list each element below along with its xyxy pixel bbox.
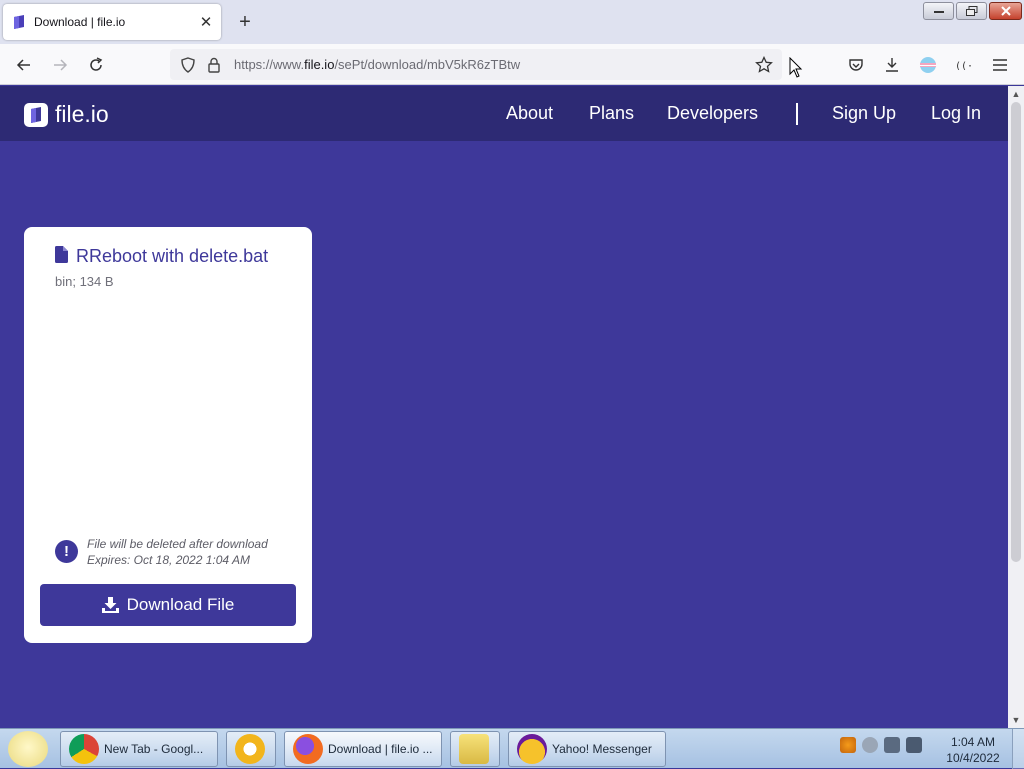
tab-title: Download | file.io bbox=[34, 15, 126, 29]
reload-button[interactable] bbox=[83, 52, 109, 78]
url-domain: file.io bbox=[304, 57, 335, 72]
window-controls bbox=[923, 2, 1022, 20]
taskbar-item-messenger-people[interactable] bbox=[450, 731, 500, 767]
show-desktop-button[interactable] bbox=[1012, 729, 1024, 769]
windows-taskbar: New Tab - Googl... Download | file.io ..… bbox=[0, 728, 1024, 769]
nav-about-link[interactable]: About bbox=[506, 103, 553, 124]
taskbar-item-firefox[interactable]: Download | file.io ... bbox=[284, 731, 442, 767]
svg-text:((·)): ((·)) bbox=[955, 61, 973, 70]
expires-text: Expires: Oct 18, 2022 1:04 AM bbox=[87, 553, 250, 567]
browser-tabbar: Download | file.io ✕ + bbox=[0, 0, 1024, 44]
scroll-up-icon[interactable]: ▲ bbox=[1011, 89, 1021, 99]
bookmark-star-icon[interactable] bbox=[754, 55, 774, 75]
expiry-notice: File will be deleted after download Expi… bbox=[87, 536, 268, 568]
pocket-button[interactable] bbox=[843, 52, 869, 78]
file-icon bbox=[55, 246, 68, 263]
extension-button[interactable]: ((·)) bbox=[951, 52, 977, 78]
url-text[interactable]: https://www.file.io/sePt/download/mbV5kR… bbox=[234, 57, 520, 72]
network-icon[interactable] bbox=[884, 737, 900, 753]
url-prefix: https://www. bbox=[234, 57, 305, 72]
tab-file-io[interactable]: Download | file.io ✕ bbox=[3, 4, 221, 40]
download-file-button[interactable]: Download File bbox=[40, 584, 296, 626]
download-card: RReboot with delete.bat bin; 134 B ! Fil… bbox=[24, 227, 312, 643]
minimize-button[interactable] bbox=[923, 2, 954, 20]
exclamation-icon: ! bbox=[55, 540, 78, 563]
close-window-icon bbox=[1000, 6, 1011, 16]
hamburger-menu-icon bbox=[993, 59, 1007, 71]
search-tray-icon[interactable] bbox=[840, 737, 856, 753]
account-button[interactable] bbox=[915, 52, 941, 78]
taskbar-item-chrome-canary[interactable] bbox=[226, 731, 276, 767]
site-header: file.io About Plans Developers Sign Up L… bbox=[0, 86, 1008, 141]
restore-button[interactable] bbox=[956, 2, 987, 20]
back-arrow-icon bbox=[16, 59, 30, 71]
forward-button[interactable] bbox=[47, 52, 73, 78]
people-icon bbox=[459, 734, 489, 764]
scrollbar-thumb[interactable] bbox=[1011, 102, 1021, 562]
account-avatar-icon bbox=[920, 57, 936, 73]
back-button[interactable] bbox=[11, 52, 37, 78]
firefox-icon bbox=[293, 734, 323, 764]
shield-icon[interactable] bbox=[178, 55, 198, 75]
site-logo[interactable]: file.io bbox=[24, 101, 109, 128]
file-io-logo-icon bbox=[24, 102, 48, 127]
chrome-canary-icon bbox=[235, 734, 265, 764]
taskbar-label: New Tab - Googl... bbox=[104, 742, 204, 756]
new-tab-button[interactable]: + bbox=[232, 9, 258, 35]
taskbar-item-chrome[interactable]: New Tab - Googl... bbox=[60, 731, 218, 767]
page-content: file.io About Plans Developers Sign Up L… bbox=[0, 86, 1008, 728]
clock-time: 1:04 AM bbox=[950, 735, 996, 749]
volume-icon[interactable] bbox=[906, 737, 922, 753]
chrome-icon bbox=[69, 734, 99, 764]
download-icon bbox=[101, 597, 119, 613]
download-button-label: Download File bbox=[126, 595, 235, 614]
download-arrow-icon bbox=[886, 58, 898, 72]
reload-icon bbox=[90, 57, 103, 71]
tab-close-icon[interactable]: ✕ bbox=[195, 11, 217, 33]
nav-signup-link[interactable]: Sign Up bbox=[832, 103, 896, 124]
delete-notice-text: File will be deleted after download bbox=[87, 537, 268, 551]
taskbar-label: Download | file.io ... bbox=[328, 742, 433, 756]
address-bar[interactable]: https://www.file.io/sePt/download/mbV5kR… bbox=[170, 49, 782, 80]
page-scrollbar[interactable]: ▲ ▼ bbox=[1008, 86, 1024, 728]
nav-login-link[interactable]: Log In bbox=[931, 103, 981, 124]
nav-plans-link[interactable]: Plans bbox=[589, 103, 634, 124]
menu-button[interactable] bbox=[987, 52, 1013, 78]
file-meta: bin; 134 B bbox=[55, 274, 114, 289]
system-tray bbox=[840, 737, 922, 753]
chat-tray-icon[interactable] bbox=[862, 737, 878, 753]
downloads-button[interactable] bbox=[879, 52, 905, 78]
logo-text: file.io bbox=[55, 101, 109, 127]
clock-date: 10/4/2022 bbox=[946, 751, 1000, 765]
start-button-icon[interactable] bbox=[8, 731, 48, 767]
taskbar-clock[interactable]: 1:04 AM 10/4/2022 bbox=[944, 734, 1002, 766]
mouse-cursor-icon bbox=[789, 57, 803, 78]
browser-navbar: https://www.file.io/sePt/download/mbV5kR… bbox=[0, 44, 1024, 85]
lock-icon[interactable] bbox=[204, 55, 224, 75]
minimize-icon bbox=[933, 11, 944, 13]
extension-icon: ((·)) bbox=[955, 61, 973, 70]
forward-arrow-icon bbox=[54, 59, 68, 71]
pocket-icon bbox=[849, 59, 863, 71]
file-name: RReboot with delete.bat bbox=[76, 246, 269, 266]
yahoo-messenger-icon bbox=[517, 734, 547, 764]
scroll-down-icon[interactable]: ▼ bbox=[1011, 715, 1021, 725]
taskbar-label: Yahoo! Messenger bbox=[552, 742, 652, 756]
restore-icon bbox=[965, 6, 977, 16]
file-io-favicon-icon bbox=[14, 15, 24, 29]
taskbar-item-yahoo-messenger[interactable]: Yahoo! Messenger bbox=[508, 731, 666, 767]
nav-developers-link[interactable]: Developers bbox=[667, 103, 758, 124]
url-path: /sePt/download/mbV5kR6zTBtw bbox=[334, 57, 521, 72]
nav-divider bbox=[796, 103, 798, 125]
close-window-button[interactable] bbox=[989, 2, 1022, 20]
